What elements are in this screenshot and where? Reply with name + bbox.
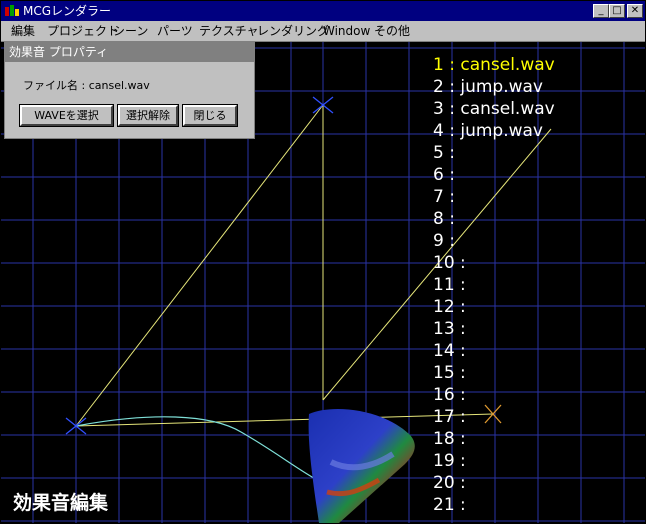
sound-slot-5[interactable]: 5 : [433,142,645,164]
sound-slot-12[interactable]: 12 : [433,296,645,318]
cone-object[interactable] [308,408,415,523]
window-title: MCGレンダラー [23,4,112,18]
mode-label: 効果音編集 [13,492,109,514]
sound-slot-19[interactable]: 19 : [433,450,645,472]
sound-slot-6[interactable]: 6 : [433,164,645,186]
menu-window[interactable]: Window [323,21,370,41]
select-wave-button[interactable]: WAVEを選択 [19,104,114,127]
sound-slot-18[interactable]: 18 : [433,428,645,450]
app-window: MCGレンダラー _ □ ✕ 編集 プロジェクト シーン パーツ テクスチャ レ… [0,0,646,524]
panel-title[interactable]: 効果音 プロパティ [5,42,254,62]
menu-rendering[interactable]: レンダリング [257,21,329,41]
sound-slot-11[interactable]: 11 : [433,274,645,296]
menu-other[interactable]: その他 [374,21,410,41]
file-name-label: ファイル名 : cansel.wav [23,79,150,92]
sound-slot-10[interactable]: 10 : [433,252,645,274]
sound-slot-14[interactable]: 14 : [433,340,645,362]
menu-bar: 編集 プロジェクト シーン パーツ テクスチャ レンダリング Window その… [1,21,645,42]
sound-slot-9[interactable]: 9 : [433,230,645,252]
sound-slot-4[interactable]: 4 : jump.wav [433,120,645,142]
title-bar[interactable]: MCGレンダラー _ □ ✕ [1,1,645,21]
sound-slot-list: 1 : cansel.wav 2 : jump.wav 3 : cansel.wav… [433,54,645,516]
sound-slot-15[interactable]: 15 : [433,362,645,384]
menu-scene[interactable]: シーン [113,21,148,41]
close-icon: ✕ [630,5,640,16]
menu-edit[interactable]: 編集 [11,21,35,41]
sound-slot-20[interactable]: 20 : [433,472,645,494]
minimize-button[interactable]: _ [593,4,609,18]
deselect-button[interactable]: 選択解除 [117,104,179,127]
mcg-app-icon [5,5,19,16]
sound-slot-1[interactable]: 1 : cansel.wav [433,54,645,76]
sound-slot-8[interactable]: 8 : [433,208,645,230]
sound-slot-2[interactable]: 2 : jump.wav [433,76,645,98]
menu-project[interactable]: プロジェクト [47,21,119,41]
menu-parts[interactable]: パーツ [157,21,193,41]
minimize-icon: _ [598,5,604,16]
sound-slot-21[interactable]: 21 : [433,494,645,516]
maximize-icon: □ [612,5,622,16]
sound-slot-7[interactable]: 7 : [433,186,645,208]
sound-properties-panel: 効果音 プロパティ ファイル名 : cansel.wav WAVEを選択 選択解… [4,41,255,139]
panel-close-button[interactable]: 閉じる [182,104,238,127]
sound-slot-16[interactable]: 16 : [433,384,645,406]
sound-slot-13[interactable]: 13 : [433,318,645,340]
motion-curve [75,416,322,483]
close-button[interactable]: ✕ [627,4,643,18]
menu-texture[interactable]: テクスチャ [199,21,259,41]
maximize-button[interactable]: □ [609,4,625,18]
sound-slot-3[interactable]: 3 : cansel.wav [433,98,645,120]
sound-slot-17[interactable]: 17 : [433,406,645,428]
